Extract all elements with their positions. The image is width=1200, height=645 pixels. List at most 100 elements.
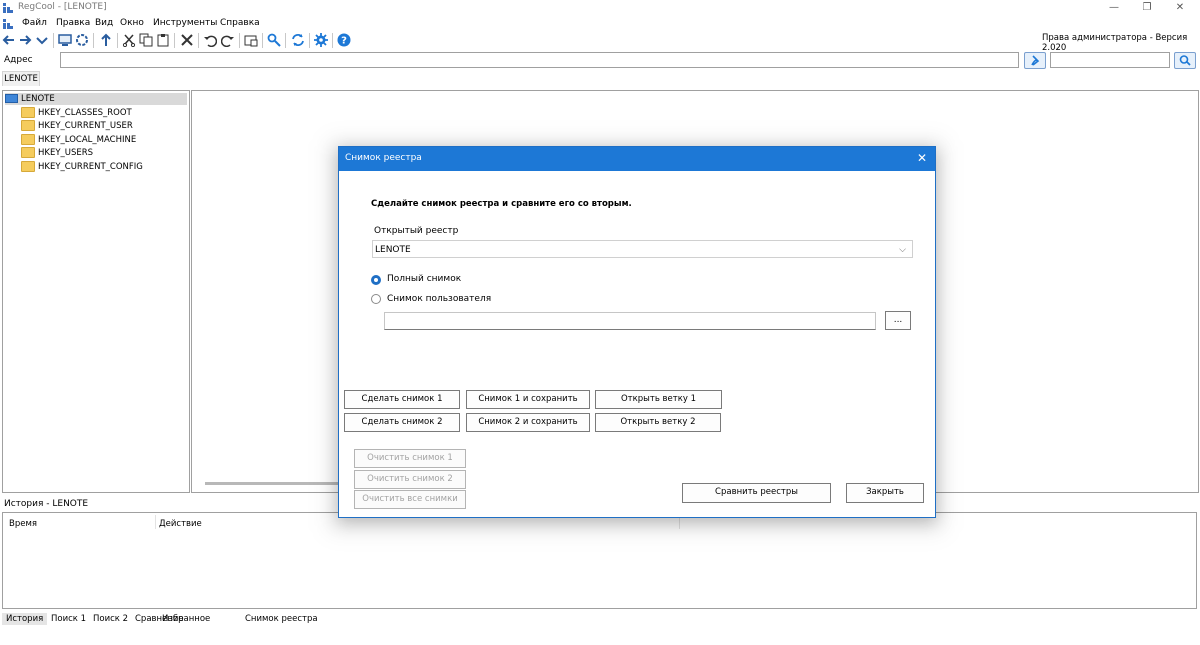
tree-item-hklm[interactable]: HKEY_LOCAL_MACHINE	[21, 134, 136, 146]
undo-icon[interactable]	[203, 33, 218, 48]
column-header-action[interactable]: Действие	[159, 519, 202, 529]
folder-icon	[21, 107, 35, 118]
open-branch-2-button[interactable]: Открыть ветку 2	[595, 413, 721, 432]
tree-item-label: HKEY_CLASSES_ROOT	[38, 108, 132, 118]
snapshot-path-input[interactable]	[384, 312, 876, 330]
dropdown-icon[interactable]	[35, 33, 49, 47]
toolbar-separator	[174, 33, 175, 48]
maximize-button[interactable]: ❐	[1131, 0, 1163, 16]
tab-favorites[interactable]: Избранное	[158, 613, 214, 625]
computer-icon[interactable]	[58, 33, 72, 47]
radio-full-snapshot-label: Полный снимок	[387, 274, 462, 284]
new-key-icon[interactable]	[244, 33, 258, 47]
search-icon	[1179, 55, 1191, 66]
registry-select-value: LENOTE	[375, 245, 411, 255]
toolbar-separator	[117, 33, 118, 48]
radio-user-snapshot-label: Снимок пользователя	[387, 294, 492, 304]
tree-item-label: HKEY_LOCAL_MACHINE	[38, 135, 137, 145]
folder-icon	[21, 120, 35, 131]
help-icon[interactable]: ?	[337, 33, 351, 47]
toolbar-separator	[239, 33, 240, 48]
folder-icon	[21, 147, 35, 158]
tree-item-hkcc[interactable]: HKEY_CURRENT_CONFIG	[21, 161, 143, 173]
address-input[interactable]	[60, 52, 1019, 68]
take-snapshot-1-button[interactable]: Сделать снимок 1	[344, 390, 460, 409]
take-snapshot-2-button[interactable]: Сделать снимок 2	[344, 413, 460, 432]
toolbar-separator	[53, 33, 54, 48]
close-dialog-button[interactable]: Закрыть	[846, 483, 924, 503]
refresh-icon[interactable]	[75, 33, 89, 47]
svg-text:?: ?	[341, 36, 347, 47]
menu-tools[interactable]: Инструменты	[153, 18, 217, 28]
tree-item-hku[interactable]: HKEY_USERS	[21, 147, 93, 159]
search-button[interactable]	[1174, 52, 1196, 69]
minimize-button[interactable]: —	[1098, 0, 1130, 16]
sync-icon[interactable]	[291, 33, 305, 47]
open-registry-label: Открытый реестр	[374, 226, 459, 236]
registry-select[interactable]: LENOTE ⌵	[372, 240, 913, 258]
address-label: Адрес	[4, 55, 33, 65]
dialog-close-button[interactable]: ✕	[915, 151, 929, 165]
tab-search-1[interactable]: Поиск 1	[47, 613, 90, 625]
menu-file[interactable]: Файл	[22, 18, 47, 28]
menu-logo-icon	[3, 19, 13, 29]
delete-icon[interactable]	[180, 33, 194, 47]
tab-registry-snapshot[interactable]: Снимок реестра	[241, 613, 322, 625]
column-divider	[155, 515, 156, 529]
toolbar-separator	[285, 33, 286, 48]
tab-computer[interactable]: LENOTE	[2, 71, 40, 86]
column-header-time[interactable]: Время	[9, 519, 37, 529]
app-logo-icon	[3, 3, 13, 13]
clear-snapshot-1-button[interactable]: Очистить снимок 1	[354, 449, 466, 468]
menu-help[interactable]: Справка	[220, 18, 260, 28]
toolbar-separator	[93, 33, 94, 48]
tree-root[interactable]: LENOTE	[5, 93, 187, 105]
forward-icon[interactable]	[18, 33, 32, 47]
compare-registries-button[interactable]: Сравнить реестры	[682, 483, 831, 503]
browse-button[interactable]: ...	[885, 311, 911, 330]
folder-icon	[21, 134, 35, 145]
computer-icon	[5, 94, 18, 103]
arrow-icon	[1031, 55, 1040, 66]
redo-icon[interactable]	[220, 33, 235, 48]
tree-item-label: HKEY_USERS	[38, 148, 94, 158]
save-snapshot-2-button[interactable]: Снимок 2 и сохранить	[466, 413, 590, 432]
toolbar-separator	[198, 33, 199, 48]
open-branch-1-button[interactable]: Открыть ветку 1	[595, 390, 722, 409]
up-icon[interactable]	[99, 33, 113, 47]
menu-view[interactable]: Вид	[95, 18, 113, 28]
history-title: История - LENOTE	[4, 499, 89, 509]
search-input[interactable]	[1050, 52, 1170, 68]
clear-all-snapshots-button[interactable]: Очистить все снимки	[354, 490, 466, 509]
toolbar-separator	[309, 33, 310, 48]
tree-item-label: HKEY_CURRENT_USER	[38, 121, 133, 131]
dialog-header: Снимок реестра ✕	[339, 147, 935, 171]
radio-full-snapshot[interactable]	[371, 275, 381, 285]
menu-edit[interactable]: Правка	[56, 18, 90, 28]
copy-icon[interactable]	[139, 33, 153, 47]
menu-window[interactable]: Окно	[120, 18, 144, 28]
chevron-down-icon: ⌵	[899, 245, 906, 255]
dialog-instruction: Сделайте снимок реестра и сравните его с…	[371, 199, 632, 209]
dialog-title: Снимок реестра	[345, 153, 422, 163]
snapshot-dialog: Снимок реестра ✕ Сделайте снимок реестра…	[338, 146, 936, 518]
title-bar: RegCool - [LENOTE] — ❐ ✕	[0, 0, 1200, 16]
tab-search-2[interactable]: Поиск 2	[89, 613, 132, 625]
toolbar-separator	[262, 33, 263, 48]
paste-icon[interactable]	[156, 33, 170, 47]
settings-icon[interactable]	[314, 33, 328, 47]
tree-item-hkcr[interactable]: HKEY_CLASSES_ROOT	[21, 107, 132, 119]
go-button[interactable]	[1024, 52, 1046, 69]
registry-tree[interactable]: LENOTE HKEY_CLASSES_ROOT HKEY_CURRENT_US…	[2, 90, 190, 493]
cut-icon[interactable]	[122, 33, 136, 48]
save-snapshot-1-button[interactable]: Снимок 1 и сохранить	[466, 390, 590, 409]
radio-user-snapshot[interactable]	[371, 294, 381, 304]
close-window-button[interactable]: ✕	[1164, 0, 1196, 16]
tab-history[interactable]: История	[2, 613, 48, 625]
back-icon[interactable]	[2, 33, 16, 47]
tree-item-hkcu[interactable]: HKEY_CURRENT_USER	[21, 120, 133, 132]
find-icon[interactable]	[267, 33, 281, 47]
window-title: RegCool - [LENOTE]	[18, 2, 107, 12]
horizontal-scrollbar[interactable]	[205, 482, 340, 485]
clear-snapshot-2-button[interactable]: Очистить снимок 2	[354, 470, 466, 489]
